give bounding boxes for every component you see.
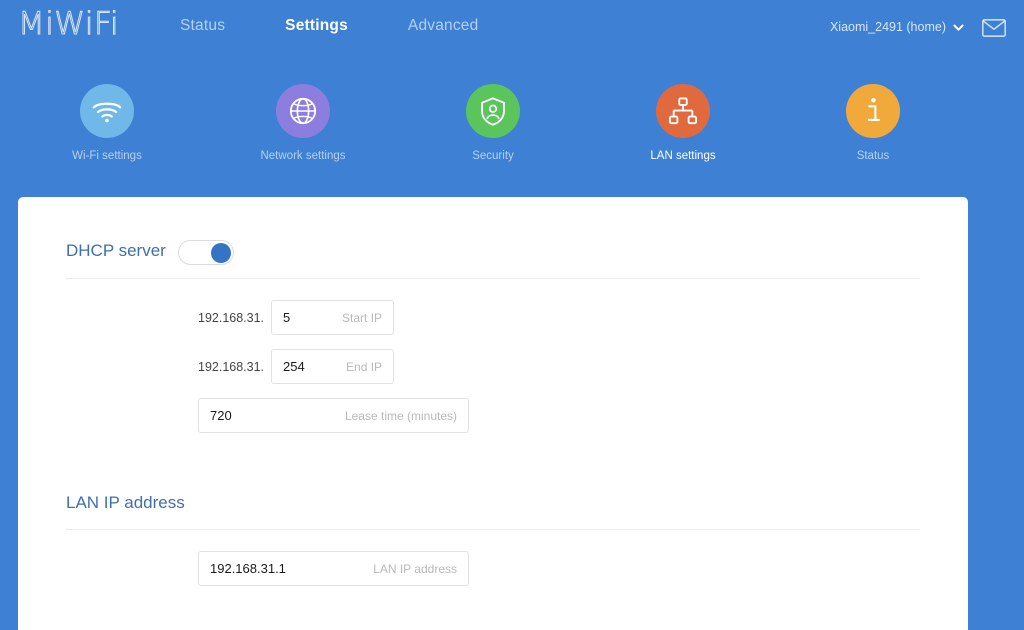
settings-category-row: Wi-Fi settings Network settings Security…: [0, 84, 1024, 282]
start-ip-row: 192.168.31. 5 Start IP: [198, 300, 395, 335]
lease-time-row: 720 Lease time (minutes): [198, 398, 469, 433]
category-label: Status: [856, 150, 890, 162]
account-dropdown[interactable]: Xiaomi_2491 (home): [830, 20, 964, 34]
lease-time-input[interactable]: 720 Lease time (minutes): [198, 398, 469, 433]
end-ip-placeholder: End IP: [346, 359, 383, 374]
info-icon: [846, 84, 900, 138]
top-navigation-bar: MiWiFi Status Settings Advanced Xiaomi_2…: [0, 0, 1024, 56]
category-label: Wi-Fi settings: [72, 150, 142, 162]
wifi-icon: [80, 84, 134, 138]
shield-icon: [466, 84, 520, 138]
sitemap-icon: [656, 84, 710, 138]
category-status[interactable]: Status: [793, 84, 953, 162]
nav-item-status[interactable]: Status: [180, 17, 225, 35]
nav-item-settings[interactable]: Settings: [285, 17, 348, 35]
globe-icon: [276, 84, 330, 138]
end-ip-row: 192.168.31. 254 End IP: [198, 349, 395, 384]
category-label: Network settings: [260, 150, 346, 162]
start-ip-value: 5: [283, 310, 291, 325]
account-name-label: Xiaomi_2491 (home): [829, 20, 946, 34]
toggle-knob: [211, 242, 231, 263]
category-label: LAN settings: [650, 150, 716, 162]
lease-time-value: 720: [210, 408, 232, 423]
miwifi-router-admin-page: MiWiFi Status Settings Advanced Xiaomi_2…: [0, 0, 1024, 630]
start-ip-placeholder: Start IP: [342, 310, 383, 325]
settings-panel: DHCP server 192.168.31. 5 Start IP 192.1…: [18, 197, 968, 630]
end-ip-prefix: 192.168.31.: [198, 359, 265, 374]
dhcp-server-heading: DHCP server: [66, 241, 166, 260]
category-wifi-settings[interactable]: Wi-Fi settings: [27, 84, 187, 162]
lan-section-divider: [66, 529, 920, 530]
start-ip-input[interactable]: 5 Start IP: [271, 300, 395, 335]
lan-ip-address-value: 192.168.31.1: [210, 561, 286, 576]
category-network-settings[interactable]: Network settings: [223, 84, 383, 162]
end-ip-value: 254: [283, 359, 305, 374]
lan-ip-address-placeholder: LAN IP address: [373, 561, 457, 576]
main-nav: Status Settings Advanced: [180, 17, 478, 35]
lease-time-placeholder: Lease time (minutes): [344, 408, 457, 423]
category-lan-settings[interactable]: LAN settings: [603, 84, 763, 162]
dhcp-server-toggle[interactable]: [178, 240, 234, 265]
start-ip-prefix: 192.168.31.: [198, 310, 265, 325]
lan-ip-address-heading: LAN IP address: [66, 493, 185, 512]
lan-ip-row: 192.168.31.1 LAN IP address: [198, 551, 469, 586]
lan-ip-address-input[interactable]: 192.168.31.1 LAN IP address: [198, 551, 469, 586]
nav-item-advanced[interactable]: Advanced: [408, 17, 479, 35]
chevron-down-icon: [953, 22, 964, 33]
dhcp-section-divider: [66, 278, 920, 279]
miwifi-logo: MiWiFi: [17, 6, 120, 43]
end-ip-input[interactable]: 254 End IP: [271, 349, 395, 384]
mail-icon[interactable]: [982, 19, 1006, 37]
category-label: Security: [472, 150, 514, 162]
category-security[interactable]: Security: [413, 84, 573, 162]
